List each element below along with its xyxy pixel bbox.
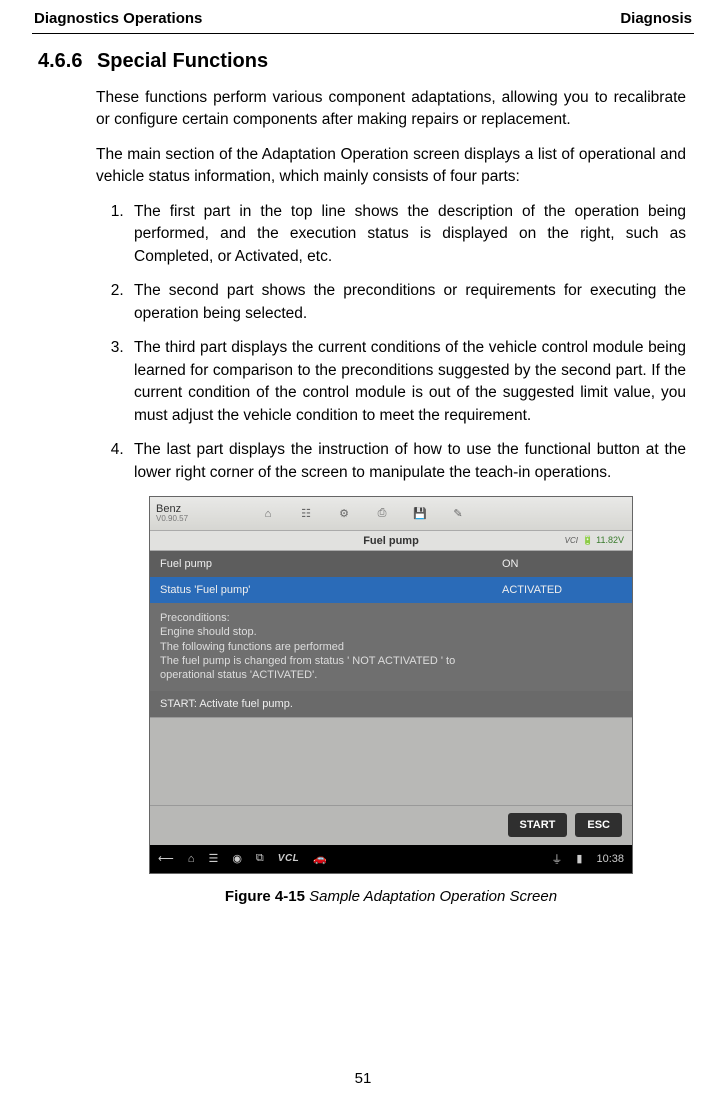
row-label: Status 'Fuel pump' xyxy=(160,584,502,596)
section-title: Special Functions xyxy=(97,50,268,72)
page-header: Diagnostics Operations Diagnosis xyxy=(32,10,694,34)
screenshot-icon[interactable]: ⧉ xyxy=(256,852,264,865)
button-bar: START ESC xyxy=(150,805,632,845)
list-item: The second part shows the preconditions … xyxy=(128,280,686,325)
section-heading: 4.6.6 Special Functions xyxy=(38,50,694,73)
android-statusbar: ⟵ ⌂ ☰ ◉ ⧉ VCL 🚗 ⏚ ▮ 10:38 xyxy=(150,845,632,873)
gear-icon[interactable]: ⚙ xyxy=(334,504,354,524)
battery-indicator: 🔋 11.82V xyxy=(582,535,624,546)
car-icon[interactable]: 🚗 xyxy=(313,852,327,865)
row-value: ON xyxy=(502,558,622,570)
screen-title: Fuel pump xyxy=(363,535,419,547)
figure-label: Figure 4-15 xyxy=(225,888,305,905)
list-item: The third part displays the current cond… xyxy=(128,337,686,427)
home-nav-icon[interactable]: ⌂ xyxy=(188,853,195,865)
adaptation-screenshot: Benz V0.90.57 ⌂ ☷ ⚙ ⎙ 💾 ✎ Fuel pump VCI … xyxy=(149,496,633,873)
row-preconditions: Preconditions: Engine should stop. The f… xyxy=(150,603,632,690)
camera-icon[interactable]: ◉ xyxy=(232,852,242,865)
row-status[interactable]: Status 'Fuel pump' ACTIVATED xyxy=(150,577,632,603)
list-item: The first part in the top line shows the… xyxy=(128,201,686,268)
section-number: 4.6.6 xyxy=(38,50,82,72)
header-left: Diagnostics Operations xyxy=(34,10,202,27)
toolbar-icons: ⌂ ☷ ⚙ ⎙ 💾 ✎ xyxy=(258,504,468,524)
start-button[interactable]: START xyxy=(508,813,568,837)
instruction-text: START: Activate fuel pump. xyxy=(160,698,502,710)
recent-icon[interactable]: ☰ xyxy=(208,852,218,865)
body-content: These functions perform various componen… xyxy=(96,87,686,905)
blank-area xyxy=(150,717,632,805)
list-item: The last part displays the instruction o… xyxy=(128,439,686,484)
figure-caption: Figure 4-15 Sample Adaptation Operation … xyxy=(96,888,686,905)
row-value: ACTIVATED xyxy=(502,584,622,596)
wifi-icon: ⏚ xyxy=(551,851,562,867)
paragraph-intro: These functions perform various componen… xyxy=(96,87,686,132)
battery-icon: ▮ xyxy=(576,852,582,865)
brand-version: V0.90.57 xyxy=(156,515,214,523)
figure-text: Sample Adaptation Operation Screen xyxy=(309,888,557,905)
paragraph-overview: The main section of the Adaptation Opera… xyxy=(96,144,686,189)
parts-list: The first part in the top line shows the… xyxy=(120,201,686,484)
print-icon[interactable]: ⎙ xyxy=(372,504,392,524)
vcl-label: VCL xyxy=(278,853,300,864)
row-label: Fuel pump xyxy=(160,558,502,570)
row-instruction: START: Activate fuel pump. xyxy=(150,691,632,717)
home-icon[interactable]: ⌂ xyxy=(258,504,278,524)
back-icon[interactable]: ⟵ xyxy=(158,852,174,865)
brand-block: Benz V0.90.57 xyxy=(156,504,214,524)
tree-icon[interactable]: ☷ xyxy=(296,504,316,524)
preconditions-text: Preconditions: Engine should stop. The f… xyxy=(160,611,502,682)
row-value-empty xyxy=(502,611,622,682)
app-topbar: Benz V0.90.57 ⌂ ☷ ⚙ ⎙ 💾 ✎ xyxy=(150,497,632,531)
vci-badge: VCI xyxy=(565,536,578,545)
clock: 10:38 xyxy=(596,853,624,865)
edit-icon[interactable]: ✎ xyxy=(448,504,468,524)
esc-button[interactable]: ESC xyxy=(575,813,622,837)
row-fuel-pump: Fuel pump ON xyxy=(150,551,632,577)
header-right: Diagnosis xyxy=(620,10,692,27)
screen-titlebar: Fuel pump VCI 🔋 11.82V xyxy=(150,531,632,551)
battery-value: 11.82V xyxy=(596,535,624,545)
page-number: 51 xyxy=(0,1070,726,1087)
row-value-empty xyxy=(502,698,622,710)
save-icon[interactable]: 💾 xyxy=(410,504,430,524)
